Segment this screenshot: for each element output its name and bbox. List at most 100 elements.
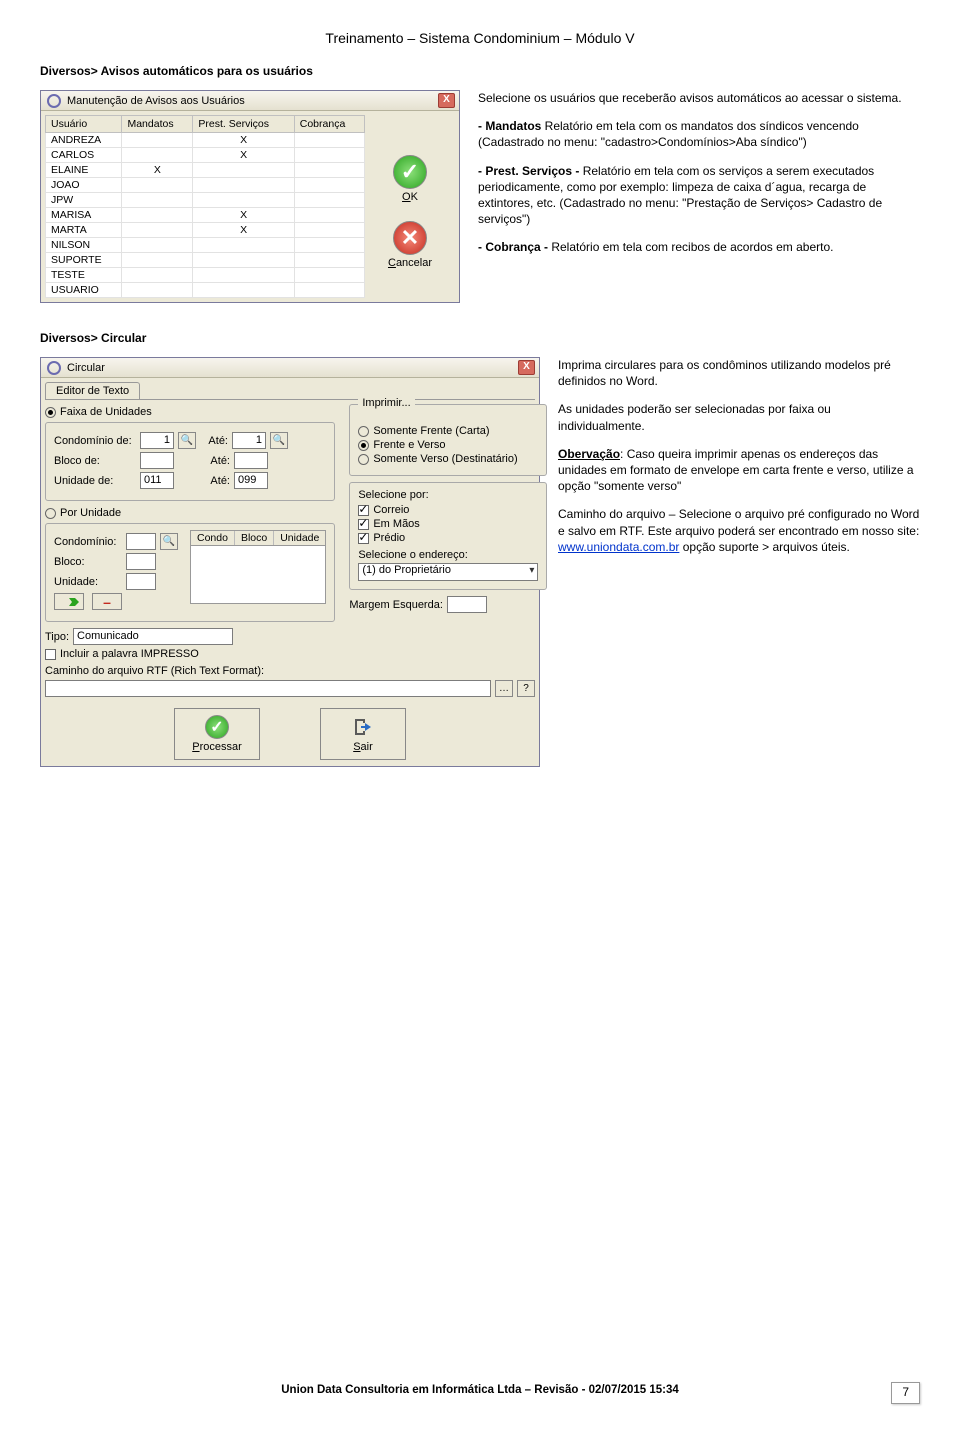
radio-selected-icon [358, 440, 369, 451]
opt-frente[interactable]: Somente Frente (Carta) [358, 425, 538, 437]
table-row[interactable]: ELAINEX [46, 163, 365, 178]
cb-emmaos[interactable]: Em Mãos [358, 518, 538, 530]
table-row[interactable]: SUPORTE [46, 253, 365, 268]
cell-prest [193, 163, 294, 178]
cell-mandatos [122, 268, 193, 283]
col-cobranca[interactable]: Cobrança [294, 116, 364, 133]
table-row[interactable]: CARLOSX [46, 148, 365, 163]
s1-p1: Selecione os usuários que receberão avis… [478, 90, 920, 106]
caminho-input[interactable] [45, 680, 491, 697]
cell-prest: X [193, 148, 294, 163]
cb-predio[interactable]: Prédio [358, 532, 538, 544]
help-button[interactable]: ? [517, 680, 535, 697]
opt-frente-verso[interactable]: Frente e Verso [358, 439, 538, 451]
close-icon[interactable]: X [518, 360, 535, 375]
dialog-circular: Circular X Editor de Texto Faixa de Unid… [40, 357, 540, 767]
cell-usuario: ANDREZA [46, 133, 122, 148]
cb-correio[interactable]: Correio [358, 504, 538, 516]
cell-cobranca [294, 283, 364, 298]
s2-p1: Imprima circulares para os condôminos ut… [558, 357, 920, 389]
check-icon: ✓ [205, 715, 229, 739]
s1-p2: - Mandatos Relatório em tela com os mand… [478, 118, 920, 150]
doc-header: Treinamento – Sistema Condominium – Módu… [40, 30, 920, 46]
tipo-input[interactable]: Comunicado [73, 628, 233, 645]
caminho-label: Caminho do arquivo RTF (Rich Text Format… [45, 665, 264, 677]
document-page: Treinamento – Sistema Condominium – Módu… [0, 0, 960, 1420]
app-icon [47, 361, 61, 375]
margem-input[interactable] [447, 596, 487, 613]
cell-usuario: SUPORTE [46, 253, 122, 268]
page-number: 7 [891, 1382, 920, 1404]
cell-usuario: MARISA [46, 208, 122, 223]
lookup-icon[interactable]: 🔍 [270, 432, 288, 449]
tab-editor[interactable]: Editor de Texto [45, 382, 140, 399]
cond-de-input[interactable]: 1 [140, 432, 174, 449]
unid-de-label: Unidade de: [54, 475, 136, 487]
dialog-circular-titlebar: Circular X [41, 358, 539, 378]
bloco-de-label: Bloco de: [54, 455, 136, 467]
browse-button[interactable]: … [495, 680, 513, 697]
margem-label: Margem Esquerda: [349, 599, 443, 611]
bloco-de-input[interactable] [140, 452, 174, 469]
cell-mandatos [122, 193, 193, 208]
col-mandatos[interactable]: Mandatos [122, 116, 193, 133]
cell-cobranca [294, 253, 364, 268]
table-row[interactable]: MARISAX [46, 208, 365, 223]
unid-de-input[interactable]: 011 [140, 472, 174, 489]
doc-footer: Union Data Consultoria em Informática Lt… [0, 1384, 960, 1396]
remove-red-button[interactable]: – [92, 593, 122, 610]
cell-mandatos [122, 253, 193, 268]
lookup-icon[interactable]: 🔍 [178, 432, 196, 449]
processar-button[interactable]: ✓ Processar [174, 708, 260, 760]
cancel-button[interactable]: ✕ Cancelar [371, 221, 449, 269]
uniondata-link[interactable]: www.uniondata.com.br [558, 540, 679, 554]
cell-prest [193, 238, 294, 253]
sair-button[interactable]: Sair [320, 708, 406, 760]
table-row[interactable]: NILSON [46, 238, 365, 253]
col-usuario[interactable]: Usuário [46, 116, 122, 133]
cell-cobranca [294, 178, 364, 193]
bloco-ate-input[interactable] [234, 452, 268, 469]
faixa-radio[interactable]: Faixa de Unidades [45, 406, 335, 418]
lookup-icon[interactable]: 🔍 [160, 533, 178, 550]
imprimir-legend: Imprimir... [358, 397, 414, 409]
opt-verso[interactable]: Somente Verso (Destinatário) [358, 453, 538, 465]
table-row[interactable]: USUARIO [46, 283, 365, 298]
unid-ate-input[interactable]: 099 [234, 472, 268, 489]
table-row[interactable]: JPW [46, 193, 365, 208]
dialog-circular-title: Circular [67, 362, 105, 374]
cell-cobranca [294, 208, 364, 223]
section2-breadcrumb: Diversos> Circular [40, 331, 920, 345]
cell-usuario: JOAO [46, 178, 122, 193]
cell-prest [193, 193, 294, 208]
incluir-checkbox[interactable]: Incluir a palavra IMPRESSO [45, 648, 335, 660]
cond-ate-input[interactable]: 1 [232, 432, 266, 449]
ok-button[interactable]: ✓ OK [371, 155, 449, 203]
condominio-input[interactable] [126, 533, 156, 550]
table-row[interactable]: ANDREZA X [46, 133, 365, 148]
table-row[interactable]: MARTAX [46, 223, 365, 238]
table-row[interactable]: JOAO [46, 178, 365, 193]
s1-p3: - Prest. Serviços - Relatório em tela co… [478, 163, 920, 228]
cell-prest: X [193, 133, 294, 148]
mini-table-header: Condo Bloco Unidade [190, 530, 326, 546]
close-icon[interactable]: X [438, 93, 455, 108]
section2-row: Circular X Editor de Texto Faixa de Unid… [40, 357, 920, 767]
cell-prest [193, 178, 294, 193]
col-prest[interactable]: Prest. Serviços [193, 116, 294, 133]
table-row[interactable]: TESTE [46, 268, 365, 283]
porunidade-radio[interactable]: Por Unidade [45, 507, 335, 519]
cell-cobranca [294, 268, 364, 283]
s2-p4: Caminho do arquivo – Selecione o arquivo… [558, 506, 920, 555]
unidade-input[interactable] [126, 573, 156, 590]
add-green-button[interactable] [54, 593, 84, 610]
cell-mandatos [122, 238, 193, 253]
dialog-avisos-titlebar: Manutenção de Avisos aos Usuários X [41, 91, 459, 111]
mini-table-body[interactable] [190, 546, 326, 604]
cell-cobranca [294, 223, 364, 238]
section1-row: Manutenção de Avisos aos Usuários X Usuá… [40, 90, 920, 303]
endereco-select[interactable]: (1) do Proprietário [358, 563, 538, 581]
bloco-input[interactable] [126, 553, 156, 570]
tab-strip: Editor de Texto [45, 382, 535, 400]
users-table: Usuário Mandatos Prest. Serviços Cobranç… [45, 115, 365, 298]
